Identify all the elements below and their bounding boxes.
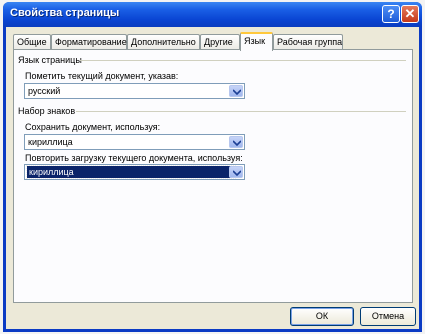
reload-document-label: Повторить загрузку текущего документа, и…	[25, 153, 243, 163]
page-language-group-label: Язык страницы	[18, 55, 82, 65]
title-bar[interactable]: Свойства страницы ? ✕	[3, 2, 422, 27]
tab-formatting[interactable]: Форматирование	[51, 34, 127, 49]
tab-other[interactable]: Другие	[200, 34, 240, 49]
ok-button[interactable]: ОК	[290, 307, 354, 326]
page-properties-dialog: Свойства страницы ? ✕ Общие Форматирован…	[3, 2, 422, 332]
save-charset-value: кириллица	[28, 137, 73, 147]
page-language-select[interactable]: русский	[24, 83, 245, 99]
dropdown-arrow-icon[interactable]	[229, 136, 243, 148]
save-document-label: Сохранить документ, используя:	[25, 122, 161, 132]
tab-language[interactable]: Язык	[240, 32, 273, 51]
mark-document-label: Пометить текущий документ, указав:	[25, 71, 179, 81]
tab-general[interactable]: Общие	[13, 34, 51, 49]
group-divider	[76, 111, 406, 112]
cancel-button[interactable]: Отмена	[360, 307, 416, 326]
page-language-value: русский	[28, 86, 61, 96]
close-button[interactable]: ✕	[401, 5, 419, 23]
dialog-title: Свойства страницы	[10, 7, 120, 19]
group-divider	[80, 60, 406, 61]
language-tab-panel: Язык страницы Пометить текущий документ,…	[13, 49, 413, 303]
reload-charset-value: кириллица	[26, 165, 236, 179]
dialog-client-area: Общие Форматирование Дополнительно Други…	[6, 27, 419, 329]
help-button[interactable]: ?	[382, 5, 400, 23]
reload-charset-select[interactable]: кириллица	[24, 164, 245, 180]
tab-advanced[interactable]: Дополнительно	[127, 34, 200, 49]
tab-workgroup[interactable]: Рабочая группа	[273, 34, 343, 49]
save-charset-select[interactable]: кириллица	[24, 134, 245, 150]
charset-group-label: Набор знаков	[18, 106, 76, 116]
dropdown-arrow-icon[interactable]	[229, 85, 243, 97]
dropdown-arrow-icon[interactable]	[229, 166, 243, 178]
